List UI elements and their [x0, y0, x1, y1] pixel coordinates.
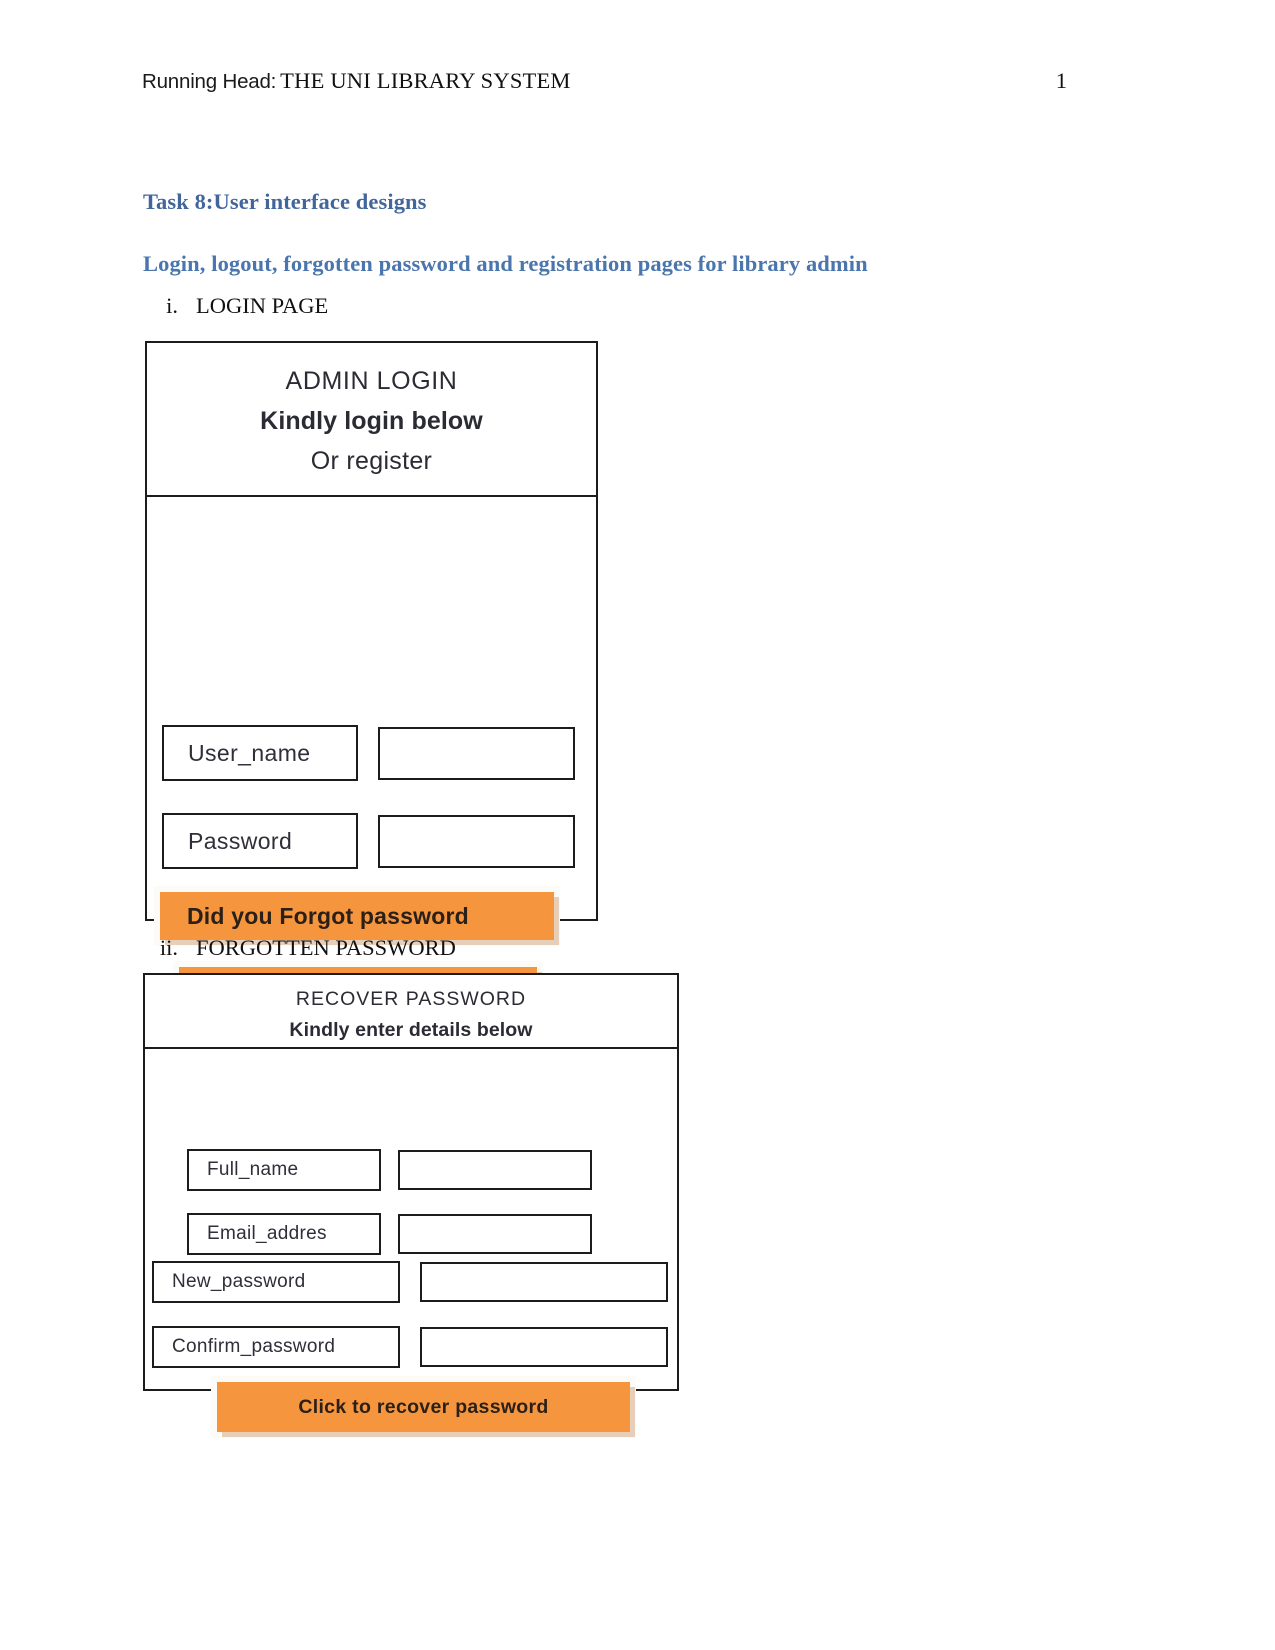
- list-item-forgotten-password: ii. FORGOTTEN PASSWORD: [132, 935, 456, 961]
- new-password-label: New_password: [152, 1261, 400, 1303]
- username-input[interactable]: [378, 726, 575, 780]
- running-head-text: Running Head: THE UNI LIBRARY SYSTEM: [142, 68, 571, 94]
- recover-title: RECOVER PASSWORD: [295, 988, 527, 1010]
- recover-subtitle: Kindly enter details below: [289, 1019, 533, 1042]
- password-input[interactable]: [378, 814, 575, 868]
- field-row-username: User_name: [162, 725, 575, 781]
- task-heading: Task 8:User interface designs: [143, 189, 427, 214]
- login-mockup-header: ADMIN LOGIN Kindly login below Or regist…: [147, 343, 596, 497]
- login-title: ADMIN LOGIN: [285, 367, 458, 395]
- list-item-label: FORGOTTEN PASSWORD: [196, 935, 456, 960]
- recover-password-button-wrap: Click to recover password: [217, 1382, 630, 1432]
- document-page: Running Head: THE UNI LIBRARY SYSTEM 1 T…: [0, 0, 1275, 1650]
- email-input[interactable]: [398, 1214, 592, 1254]
- running-head-label: Running Head:: [142, 70, 277, 93]
- recover-password-button[interactable]: Click to recover password: [217, 1382, 630, 1432]
- forgot-password-button[interactable]: Did you Forgot password: [160, 892, 554, 940]
- field-row-password: Password: [162, 813, 575, 869]
- list-marker: i.: [166, 293, 178, 318]
- login-page-mockup: ADMIN LOGIN Kindly login below Or regist…: [145, 341, 598, 1015]
- field-row-fullname: Full_name: [187, 1149, 592, 1191]
- section-subtitle-heading: Login, logout, forgotten password and re…: [143, 251, 868, 276]
- field-row-new-password: New_password: [152, 1261, 668, 1303]
- password-label: Password: [162, 813, 358, 869]
- username-label: User_name: [162, 725, 358, 781]
- confirm-password-label: Confirm_password: [152, 1326, 400, 1368]
- document-title: THE UNI LIBRARY SYSTEM: [280, 68, 571, 93]
- confirm-password-input[interactable]: [420, 1327, 668, 1367]
- recover-password-mockup: RECOVER PASSWORD Kindly enter details be…: [143, 973, 679, 1432]
- page-number: 1: [1055, 68, 1067, 93]
- email-label: Email_addres: [187, 1213, 381, 1255]
- list-item-label: LOGIN PAGE: [196, 293, 329, 318]
- recover-mockup-header: RECOVER PASSWORD Kindly enter details be…: [145, 975, 677, 1049]
- field-row-email: Email_addres: [187, 1213, 592, 1255]
- new-password-input[interactable]: [420, 1262, 668, 1302]
- forgot-password-button-wrap: Did you Forgot password: [160, 892, 554, 940]
- fullname-label: Full_name: [187, 1149, 381, 1191]
- list-item-login-page: i. LOGIN PAGE: [132, 293, 328, 319]
- list-marker: ii.: [159, 935, 178, 960]
- fullname-input[interactable]: [398, 1150, 592, 1190]
- field-row-confirm-password: Confirm_password: [152, 1326, 668, 1368]
- login-subtitle: Kindly login below: [260, 407, 483, 435]
- login-subtitle-secondary: Or register: [310, 447, 433, 475]
- running-header: Running Head: THE UNI LIBRARY SYSTEM 1: [142, 68, 1067, 94]
